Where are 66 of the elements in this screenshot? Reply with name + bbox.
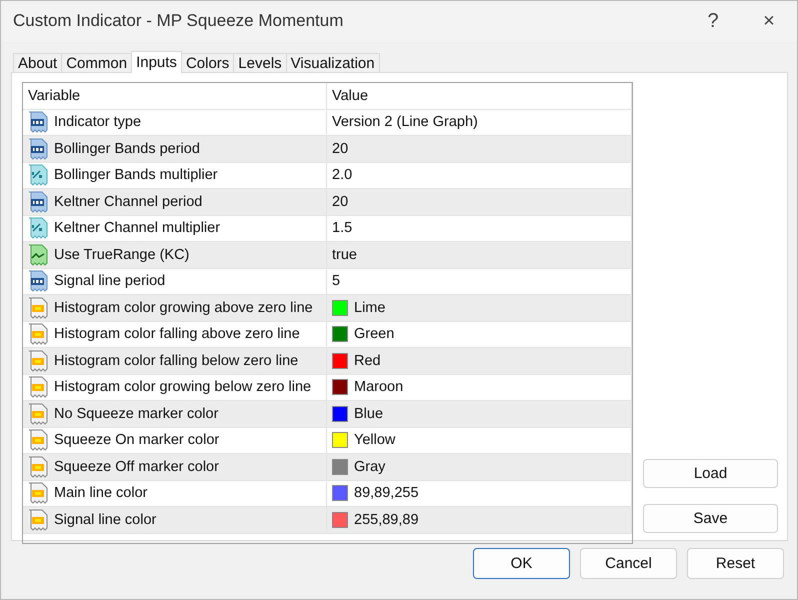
table-cell[interactable]: Version 2 (Line Graph): [327, 110, 632, 135]
variable-name: Histogram color growing below zero line: [54, 379, 312, 396]
help-button[interactable]: ?: [685, 1, 741, 41]
integer-parameter-icon: [28, 190, 48, 213]
value-text: Version 2 (Line Graph): [332, 114, 478, 130]
value-text: 1.5: [332, 220, 352, 236]
table-cell[interactable]: 255,89,89: [327, 507, 632, 532]
fraction-parameter-icon: [28, 217, 48, 240]
value-text: 89,89,255: [354, 485, 419, 502]
variable-name: Signal line color: [54, 512, 156, 528]
variable-name: Signal line period: [54, 273, 166, 290]
variable-name: Histogram color falling below zero line: [54, 352, 298, 369]
table-cell[interactable]: Lime: [327, 295, 632, 320]
variable-name: Indicator type: [54, 114, 142, 130]
table-cell[interactable]: 5: [327, 268, 632, 294]
table-cell[interactable]: 20: [327, 189, 632, 214]
value-text: 2.0: [332, 167, 352, 184]
variable-name: Squeeze Off marker color: [54, 458, 219, 475]
tab[interactable]: About: [13, 53, 62, 73]
value-text: Gray: [354, 458, 386, 475]
column-header[interactable]: Variable: [23, 83, 327, 108]
tab[interactable]: Visualization: [286, 53, 380, 73]
close-button[interactable]: ×: [741, 1, 797, 41]
variable-name: Histogram color growing above zero line: [54, 300, 313, 316]
variable-name: Bollinger Bands period: [54, 140, 200, 157]
dialog-button[interactable]: OK: [473, 548, 570, 579]
variable-name: Keltner Channel period: [54, 194, 202, 210]
column-header[interactable]: Value: [327, 83, 632, 108]
value-text: Blue: [354, 406, 384, 422]
variable-name: Histogram color falling above zero line: [54, 326, 300, 342]
value-text: Lime: [354, 300, 386, 316]
fraction-parameter-icon: [28, 164, 48, 186]
table-cell[interactable]: 89,89,255: [327, 480, 632, 506]
table-cell[interactable]: Gray: [327, 454, 632, 480]
side-button[interactable]: Load: [643, 459, 778, 488]
side-button[interactable]: Save: [643, 504, 778, 533]
value-text: 20: [332, 140, 348, 157]
table-cell[interactable]: Green: [327, 322, 632, 347]
table-cell[interactable]: Red: [327, 348, 632, 374]
table-cell[interactable]: 2.0: [327, 162, 632, 188]
variable-name: Main line color: [54, 485, 148, 502]
boolean-parameter-icon: [28, 244, 48, 266]
value-text: Yellow: [354, 432, 396, 448]
table-cell[interactable]: Blue: [327, 401, 632, 426]
table-cell[interactable]: Maroon: [327, 374, 632, 400]
variable-name: Use TrueRange (KC): [54, 246, 190, 263]
value-text: 255,89,89: [354, 512, 419, 528]
value-text: true: [332, 246, 357, 263]
dialog-button[interactable]: Reset: [687, 548, 784, 579]
table-cell[interactable]: Yellow: [327, 428, 632, 453]
variable-name: Bollinger Bands multiplier: [54, 167, 218, 184]
table-cell[interactable]: 1.5: [327, 216, 632, 241]
window-title: Custom Indicator - MP Squeeze Momentum: [13, 11, 344, 31]
value-text: Maroon: [354, 379, 404, 396]
variable-name: Keltner Channel multiplier: [54, 220, 220, 236]
dialog-button[interactable]: Cancel: [580, 548, 677, 579]
variable-name: Squeeze On marker color: [54, 432, 220, 448]
table-cell[interactable]: true: [327, 242, 632, 268]
value-text: Red: [354, 352, 381, 369]
integer-parameter-icon: [28, 138, 48, 160]
table-cell[interactable]: 20: [327, 136, 632, 162]
variable-name: No Squeeze marker color: [54, 406, 218, 422]
value-text: Green: [354, 326, 394, 342]
value-text: 20: [332, 194, 348, 210]
tab[interactable]: Inputs: [131, 51, 182, 73]
value-text: 5: [332, 273, 340, 290]
